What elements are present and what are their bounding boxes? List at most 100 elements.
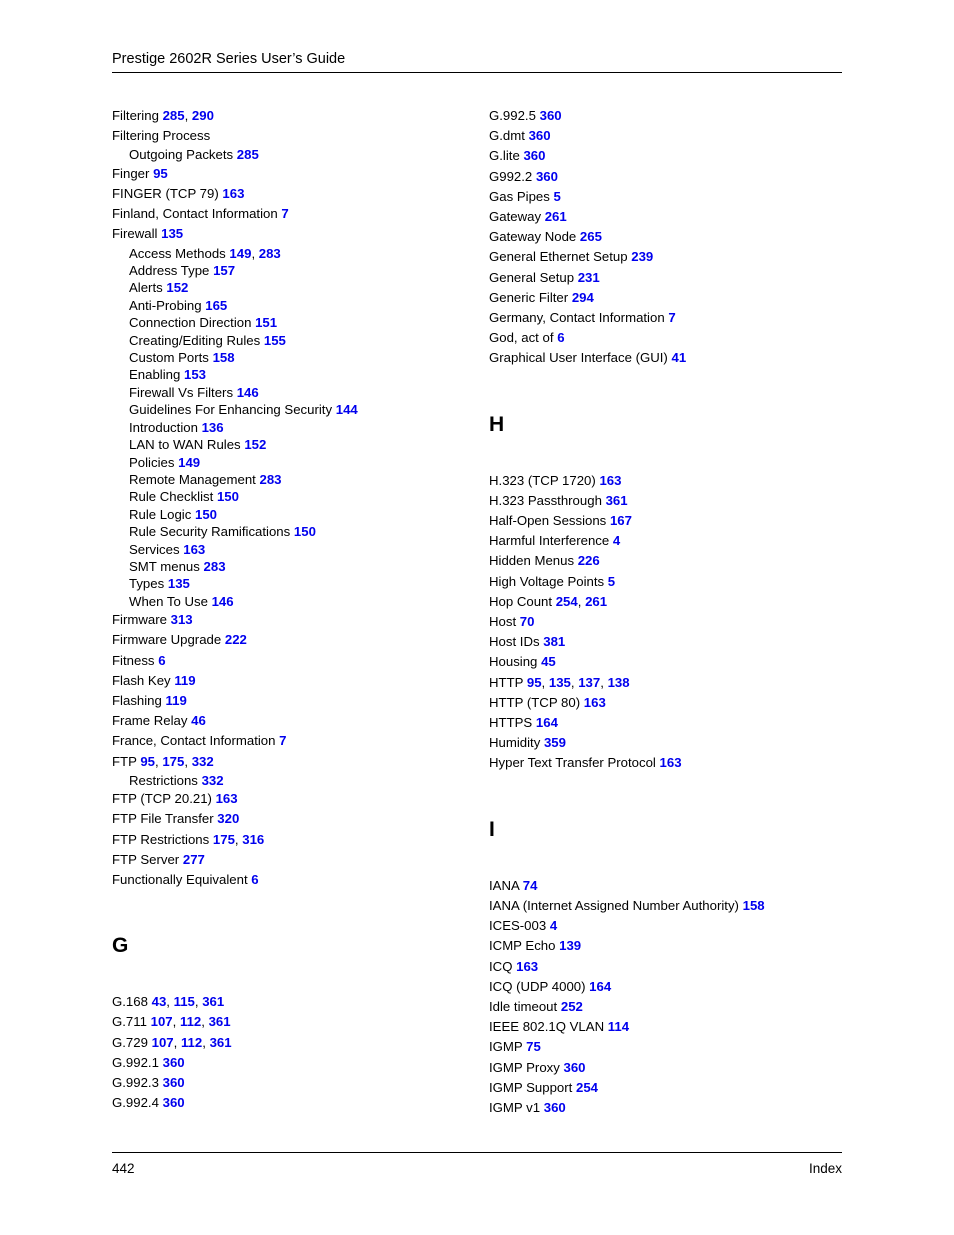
index-page-reference[interactable]: 167: [610, 513, 632, 528]
index-page-reference[interactable]: 144: [336, 402, 358, 417]
index-page-reference[interactable]: 149: [229, 246, 251, 261]
index-page-reference[interactable]: 360: [163, 1095, 185, 1110]
index-page-reference[interactable]: 360: [544, 1100, 566, 1115]
index-page-reference[interactable]: 254: [576, 1080, 598, 1095]
index-page-reference[interactable]: 158: [743, 898, 765, 913]
index-page-reference[interactable]: 115: [174, 994, 195, 1009]
index-page-reference[interactable]: 43: [152, 994, 167, 1009]
index-page-reference[interactable]: 254: [556, 594, 578, 609]
index-page-reference[interactable]: 277: [183, 852, 205, 867]
index-page-reference[interactable]: 261: [585, 594, 607, 609]
index-page-reference[interactable]: 332: [202, 773, 224, 788]
index-page-reference[interactable]: 360: [523, 148, 545, 163]
index-page-reference[interactable]: 361: [606, 493, 628, 508]
index-page-reference[interactable]: 316: [242, 832, 264, 847]
index-page-reference[interactable]: 285: [237, 147, 259, 162]
index-page-reference[interactable]: 163: [660, 755, 682, 770]
index-page-reference[interactable]: 361: [202, 994, 224, 1009]
index-page-reference[interactable]: 4: [613, 533, 620, 548]
index-page-reference[interactable]: 95: [527, 675, 542, 690]
index-page-reference[interactable]: 290: [192, 108, 214, 123]
index-page-reference[interactable]: 7: [668, 310, 675, 325]
index-page-reference[interactable]: 283: [259, 246, 281, 261]
index-page-reference[interactable]: 359: [544, 735, 566, 750]
index-page-reference[interactable]: 150: [217, 489, 239, 504]
index-page-reference[interactable]: 114: [608, 1019, 629, 1034]
index-page-reference[interactable]: 175: [162, 754, 184, 769]
index-page-reference[interactable]: 231: [578, 270, 600, 285]
index-page-reference[interactable]: 41: [672, 350, 687, 365]
index-page-reference[interactable]: 361: [210, 1035, 232, 1050]
index-page-reference[interactable]: 4: [550, 918, 557, 933]
index-page-reference[interactable]: 155: [264, 333, 286, 348]
index-page-reference[interactable]: 222: [225, 632, 247, 647]
index-page-reference[interactable]: 239: [631, 249, 653, 264]
index-page-reference[interactable]: 74: [523, 878, 538, 893]
index-page-reference[interactable]: 6: [557, 330, 564, 345]
index-page-reference[interactable]: 150: [195, 507, 217, 522]
index-page-reference[interactable]: 163: [584, 695, 606, 710]
index-page-reference[interactable]: 157: [213, 263, 235, 278]
index-page-reference[interactable]: 7: [279, 733, 286, 748]
index-page-reference[interactable]: 138: [608, 675, 630, 690]
index-page-reference[interactable]: 45: [541, 654, 556, 669]
index-page-reference[interactable]: 46: [191, 713, 206, 728]
index-page-reference[interactable]: 107: [152, 1035, 174, 1050]
index-page-reference[interactable]: 313: [171, 612, 193, 627]
index-page-reference[interactable]: 360: [540, 108, 562, 123]
index-page-reference[interactable]: 95: [153, 166, 168, 181]
index-page-reference[interactable]: 381: [543, 634, 565, 649]
index-page-reference[interactable]: 163: [216, 791, 238, 806]
index-page-reference[interactable]: 5: [608, 574, 615, 589]
index-page-reference[interactable]: 360: [163, 1075, 185, 1090]
index-page-reference[interactable]: 112: [181, 1035, 202, 1050]
index-page-reference[interactable]: 320: [217, 811, 239, 826]
index-page-reference[interactable]: 107: [151, 1014, 173, 1029]
index-page-reference[interactable]: 360: [564, 1060, 586, 1075]
index-page-reference[interactable]: 112: [180, 1014, 201, 1029]
index-page-reference[interactable]: 136: [202, 420, 224, 435]
index-page-reference[interactable]: 146: [237, 385, 259, 400]
index-page-reference[interactable]: 95: [140, 754, 155, 769]
index-page-reference[interactable]: 149: [178, 455, 200, 470]
index-page-reference[interactable]: 164: [589, 979, 611, 994]
index-page-reference[interactable]: 163: [516, 959, 538, 974]
index-page-reference[interactable]: 5: [554, 189, 561, 204]
index-page-reference[interactable]: 150: [294, 524, 316, 539]
index-page-reference[interactable]: 152: [166, 280, 188, 295]
index-page-reference[interactable]: 139: [559, 938, 581, 953]
index-page-reference[interactable]: 163: [222, 186, 244, 201]
index-page-reference[interactable]: 360: [163, 1055, 185, 1070]
index-page-reference[interactable]: 175: [213, 832, 235, 847]
index-page-reference[interactable]: 164: [536, 715, 558, 730]
index-page-reference[interactable]: 152: [244, 437, 266, 452]
index-page-reference[interactable]: 119: [174, 673, 195, 688]
index-page-reference[interactable]: 163: [599, 473, 621, 488]
index-page-reference[interactable]: 75: [526, 1039, 541, 1054]
index-page-reference[interactable]: 261: [545, 209, 567, 224]
index-page-reference[interactable]: 283: [204, 559, 226, 574]
index-page-reference[interactable]: 265: [580, 229, 602, 244]
index-page-reference[interactable]: 158: [213, 350, 235, 365]
index-page-reference[interactable]: 135: [549, 675, 571, 690]
index-page-reference[interactable]: 119: [166, 693, 187, 708]
index-page-reference[interactable]: 135: [161, 226, 183, 241]
index-page-reference[interactable]: 7: [281, 206, 288, 221]
index-page-reference[interactable]: 137: [578, 675, 600, 690]
index-page-reference[interactable]: 135: [168, 576, 190, 591]
index-page-reference[interactable]: 70: [520, 614, 535, 629]
index-page-reference[interactable]: 283: [260, 472, 282, 487]
index-page-reference[interactable]: 252: [561, 999, 583, 1014]
index-page-reference[interactable]: 332: [192, 754, 214, 769]
index-page-reference[interactable]: 153: [184, 367, 206, 382]
index-page-reference[interactable]: 146: [212, 594, 234, 609]
index-page-reference[interactable]: 360: [529, 128, 551, 143]
index-page-reference[interactable]: 6: [251, 872, 258, 887]
index-page-reference[interactable]: 151: [255, 315, 277, 330]
index-page-reference[interactable]: 226: [578, 553, 600, 568]
index-page-reference[interactable]: 6: [158, 653, 165, 668]
index-page-reference[interactable]: 360: [536, 169, 558, 184]
index-page-reference[interactable]: 294: [572, 290, 594, 305]
index-page-reference[interactable]: 165: [205, 298, 227, 313]
index-page-reference[interactable]: 285: [163, 108, 185, 123]
